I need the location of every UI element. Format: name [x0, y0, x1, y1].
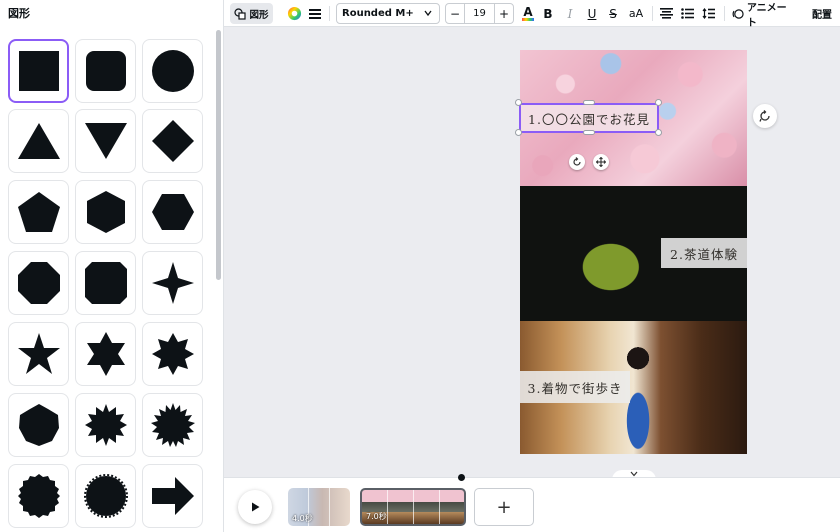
playhead[interactable]: [458, 474, 465, 481]
letter-case-button[interactable]: aA: [626, 3, 646, 24]
resize-handle-bottom[interactable]: [583, 130, 595, 135]
resize-handle-top-right[interactable]: [655, 99, 662, 106]
comment-refresh-icon: [759, 110, 770, 122]
shapes-panel: 図形: [0, 0, 224, 532]
list-button[interactable]: [679, 3, 695, 24]
shape-sixteen-point-burst[interactable]: [142, 393, 203, 457]
move-icon: [596, 157, 606, 167]
shape-triangle[interactable]: [8, 109, 69, 173]
clip-duration-1: 4.0秒: [292, 514, 313, 523]
shape-right-arrow[interactable]: [142, 464, 203, 528]
shape-rounded-square[interactable]: [75, 39, 136, 103]
timeline-clip-1[interactable]: 4.0秒: [288, 488, 350, 526]
font-size-increase[interactable]: +: [495, 7, 513, 21]
add-clip-button[interactable]: +: [474, 488, 534, 526]
resize-handle-top[interactable]: [583, 100, 595, 105]
line-spacing-icon: [702, 8, 715, 19]
bullet-list-icon: [680, 8, 694, 19]
resize-handle-bottom-left[interactable]: [515, 129, 522, 136]
resize-handle-bottom-right[interactable]: [655, 129, 662, 136]
clip-frame-divider: [413, 490, 414, 524]
color-picker-button[interactable]: [285, 3, 303, 24]
timeline-clip-2[interactable]: 7.0秒: [360, 488, 466, 526]
comment-button[interactable]: [753, 104, 777, 128]
shape-inverted-triangle[interactable]: [75, 109, 136, 173]
shapes-button-label: 図形: [249, 9, 269, 21]
animate-icon: [732, 8, 744, 19]
shape-twelve-point-burst[interactable]: [75, 393, 136, 457]
italic-button[interactable]: I: [562, 3, 578, 24]
move-button[interactable]: [593, 154, 609, 170]
shape-hexagon-horizontal[interactable]: [142, 180, 203, 244]
bold-button[interactable]: B: [540, 3, 556, 24]
caption-1[interactable]: 1.〇〇公園でお花見: [521, 104, 657, 132]
align-button[interactable]: [658, 3, 674, 24]
font-size-stepper[interactable]: − 19 +: [445, 3, 514, 24]
underline-button[interactable]: U: [584, 3, 600, 24]
shape-octagon[interactable]: [8, 251, 69, 315]
text-color-glyph: A: [523, 5, 533, 19]
shape-six-point-star[interactable]: [75, 322, 136, 386]
clip-frame-divider: [329, 488, 330, 526]
animate-button[interactable]: アニメート: [732, 3, 796, 29]
font-family-select[interactable]: Rounded M+: [336, 3, 440, 24]
caption-2[interactable]: 2.茶道体験: [661, 238, 747, 268]
toolbar: 図形 Rounded M+ − 19 + A B I U S aA アニメート …: [224, 0, 840, 29]
caption-3[interactable]: 3.着物で街歩き: [520, 371, 630, 403]
rotate-icon: [573, 157, 581, 166]
toolbar-divider: [652, 6, 653, 21]
font-size-value[interactable]: 19: [464, 4, 495, 23]
toolbar-divider: [329, 6, 330, 21]
shape-eight-point-star[interactable]: [142, 322, 203, 386]
shape-circle[interactable]: [142, 39, 203, 103]
shape-diamond[interactable]: [142, 109, 203, 173]
shape-square[interactable]: [8, 39, 69, 103]
chevron-down-icon: [424, 10, 432, 17]
font-family-value: Rounded M+: [342, 8, 414, 19]
text-color-swatch: [522, 18, 534, 21]
animate-label: アニメート: [746, 2, 787, 29]
shape-heptagon[interactable]: [8, 393, 69, 457]
shape-four-point-star[interactable]: [142, 251, 203, 315]
resize-handle-top-left[interactable]: [515, 99, 522, 106]
editor-app: 図形 図形 Rounded M+ − 19 + A B I U S aA アニメ…: [0, 0, 840, 532]
play-button[interactable]: [238, 490, 272, 524]
border-style-button[interactable]: [307, 3, 323, 24]
shapes-button[interactable]: 図形: [230, 3, 273, 24]
strikethrough-button[interactable]: S: [605, 3, 621, 24]
clip-frame-divider: [439, 490, 440, 524]
spacing-button[interactable]: [700, 3, 716, 24]
lines-icon: [309, 8, 321, 19]
color-wheel-icon: [287, 6, 301, 21]
panel-scrollbar[interactable]: [216, 30, 221, 280]
toolbar-divider: [724, 6, 725, 21]
align-center-icon: [659, 8, 673, 19]
text-color-button[interactable]: A: [520, 3, 536, 24]
font-size-decrease[interactable]: −: [446, 7, 464, 21]
play-icon: [252, 502, 260, 512]
shape-scalloped-circle[interactable]: [8, 464, 69, 528]
clip-duration-2: 7.0秒: [366, 512, 387, 521]
rotate-button[interactable]: [569, 154, 585, 170]
clip-frame-divider: [387, 490, 388, 524]
shape-wavy-circle[interactable]: [75, 464, 136, 528]
shape-pentagon[interactable]: [8, 180, 69, 244]
shape-hexagon[interactable]: [75, 180, 136, 244]
shapes-icon: [234, 7, 247, 20]
shape-cut-corner-square[interactable]: [75, 251, 136, 315]
panel-title: 図形: [8, 7, 30, 20]
position-button[interactable]: 配置: [810, 3, 834, 24]
shape-five-point-star[interactable]: [8, 322, 69, 386]
